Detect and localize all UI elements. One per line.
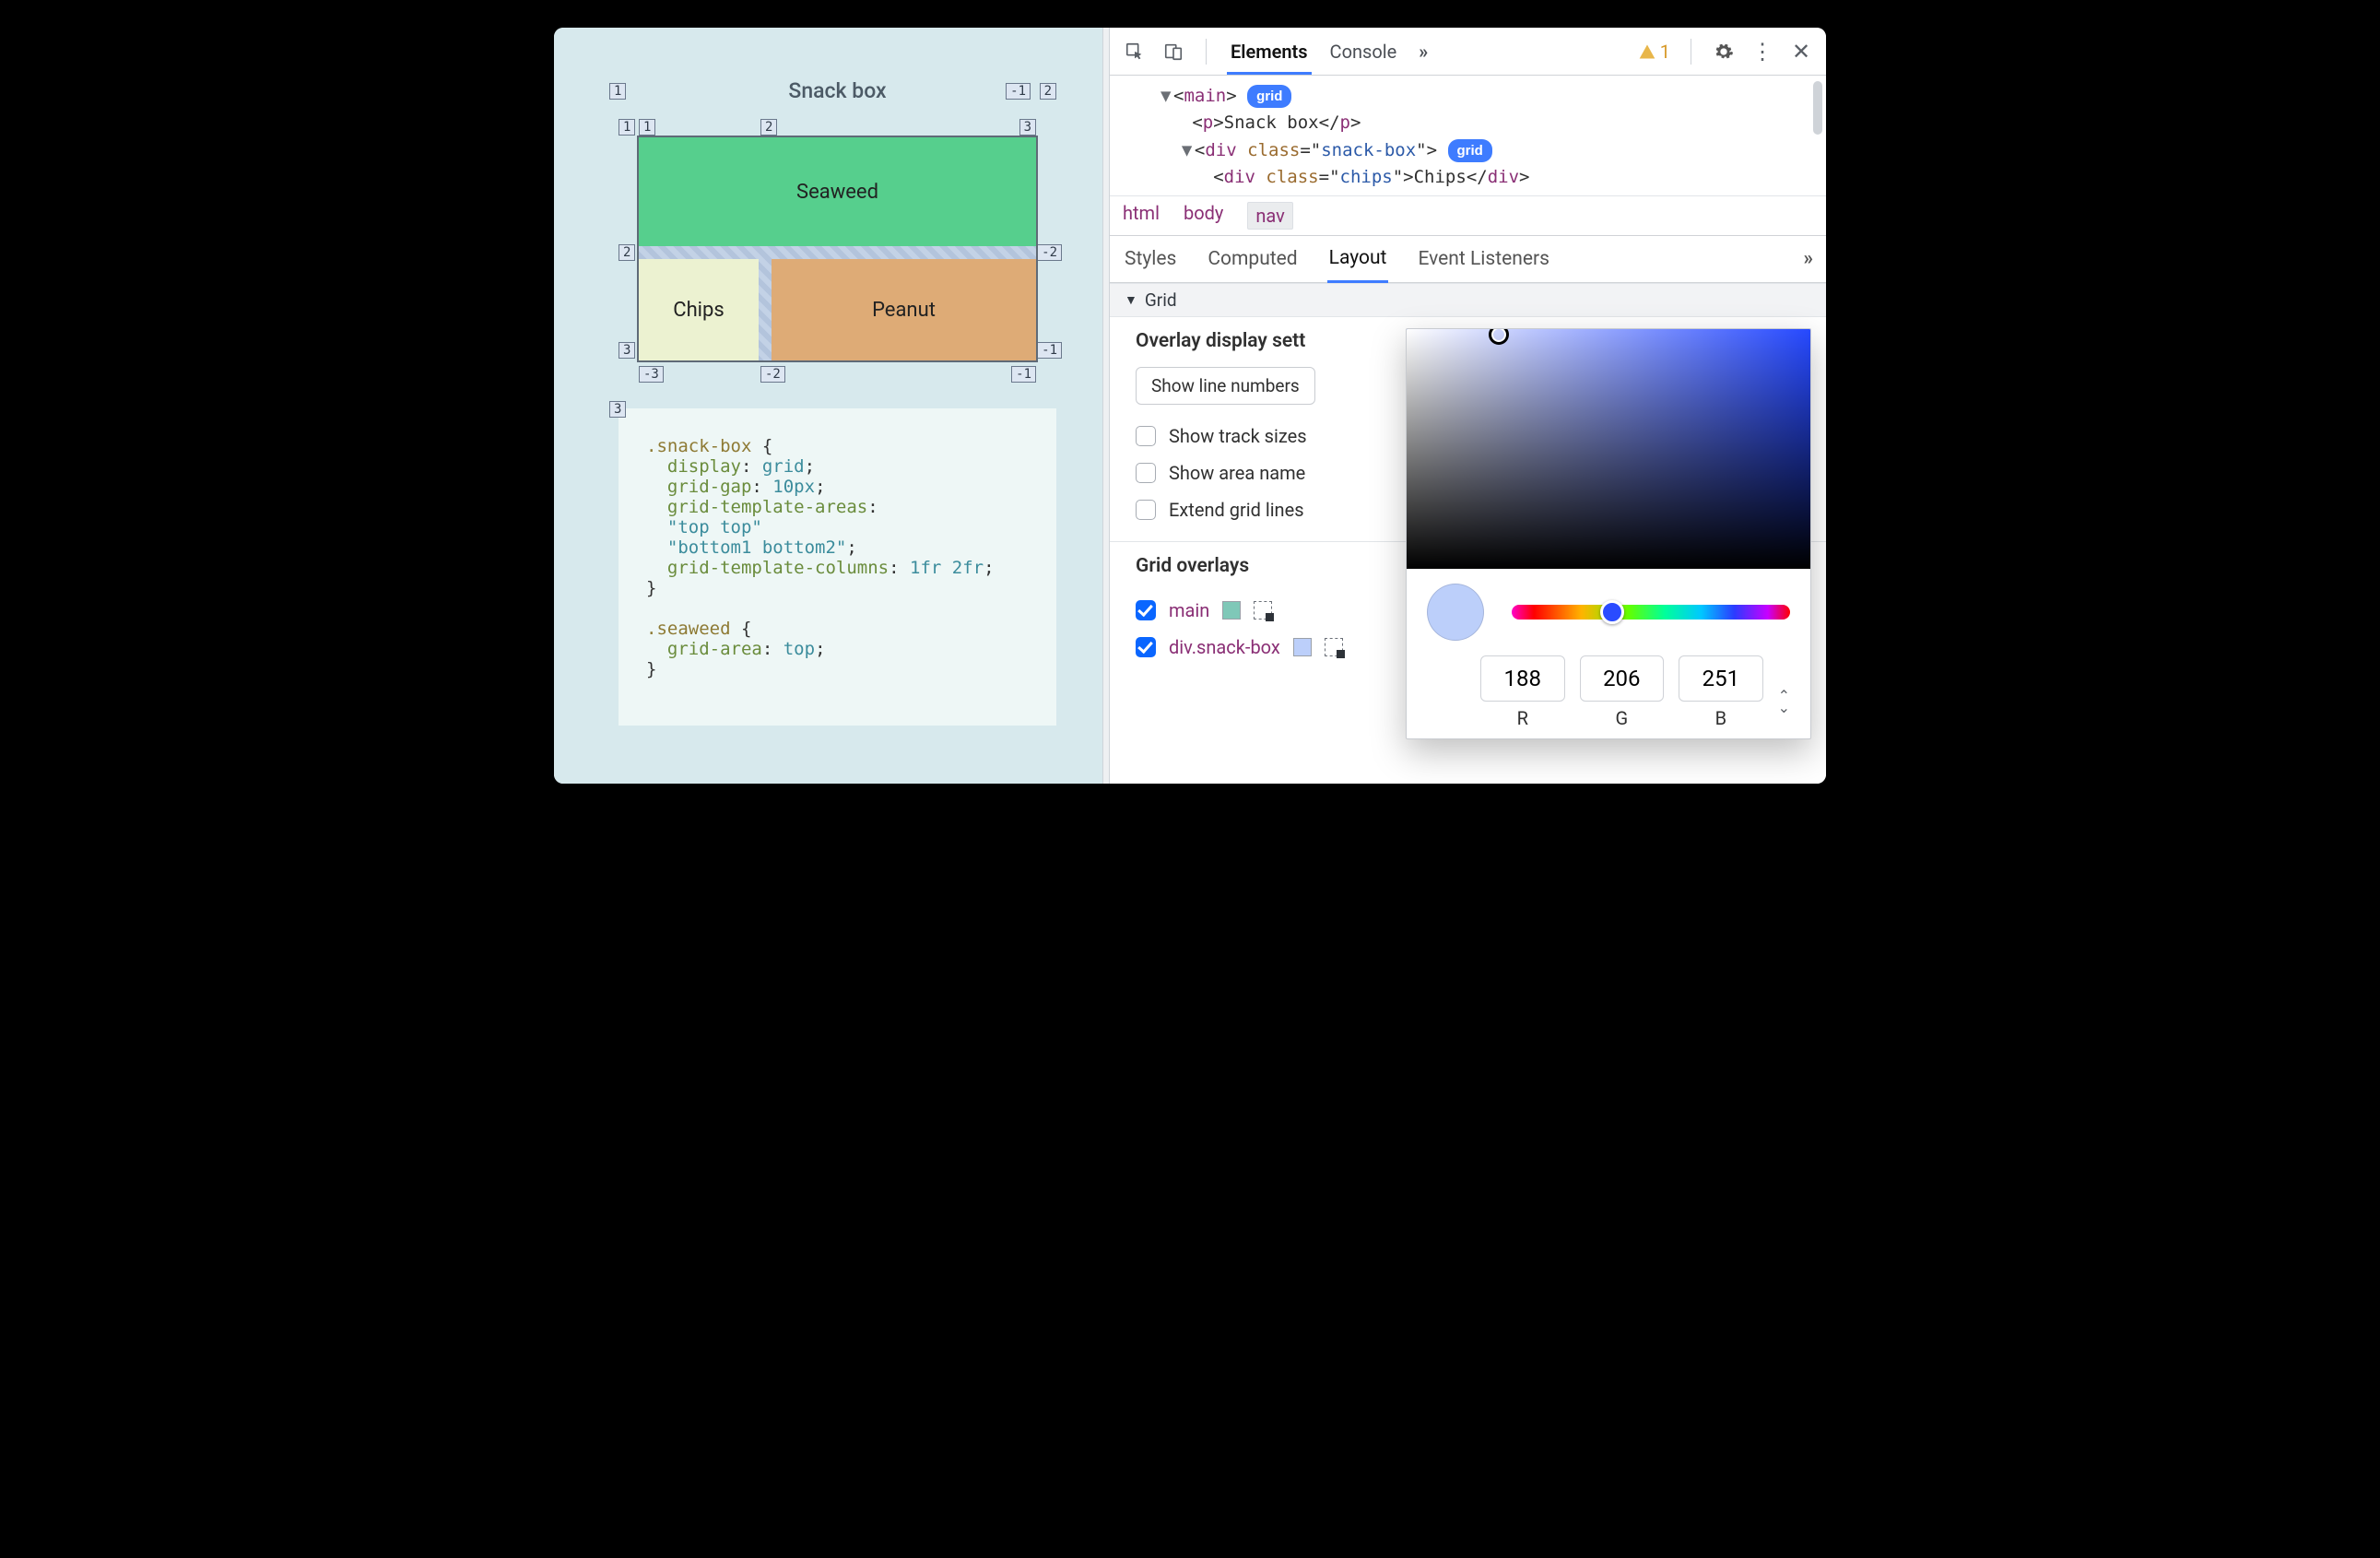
warnings-count: 1 <box>1660 41 1670 63</box>
grid-line-label: 3 <box>619 342 635 359</box>
subtab-layout[interactable]: Layout <box>1327 236 1389 283</box>
pane-splitter[interactable] <box>1102 28 1110 784</box>
rendered-page: 1 -1 2 3 Snack box 1 2 3 1 2 -2 3 -1 -3 … <box>554 28 1102 784</box>
grid-line-label: 1 <box>639 119 655 136</box>
overlay-checkbox-snackbox[interactable] <box>1136 637 1156 657</box>
current-color-swatch[interactable] <box>1427 584 1484 641</box>
subtab-events[interactable]: Event Listeners <box>1416 237 1550 281</box>
grid-line-label: -1 <box>1011 366 1036 383</box>
device-toggle-icon[interactable] <box>1161 40 1185 64</box>
subtabs-overflow-icon[interactable]: » <box>1804 248 1814 270</box>
inspect-icon[interactable] <box>1123 40 1147 64</box>
grid-cell-seaweed: Seaweed <box>639 137 1036 246</box>
grid-line-label: -1 <box>1006 83 1031 100</box>
dom-tree[interactable]: ▼<main> grid <p>Snack box</p> ▼<div clas… <box>1110 76 1826 195</box>
g-label: G <box>1580 707 1665 729</box>
tab-elements[interactable]: Elements <box>1227 31 1312 75</box>
grid-line-label: 1 <box>619 119 635 136</box>
r-input[interactable] <box>1480 655 1565 702</box>
overlay-swatch[interactable] <box>1293 638 1312 656</box>
chevron-down-icon: ▼ <box>1125 292 1137 308</box>
overlay-name[interactable]: div.snack-box <box>1169 636 1280 658</box>
kebab-icon[interactable]: ⋮ <box>1750 40 1774 64</box>
crumb-html[interactable]: html <box>1123 202 1160 230</box>
checkbox-track-sizes[interactable] <box>1136 426 1156 446</box>
warnings-badge[interactable]: 1 <box>1638 41 1670 63</box>
sv-plane[interactable] <box>1407 329 1810 569</box>
code-block: .snack-box { display: grid; grid-gap: 10… <box>619 408 1056 726</box>
b-label: B <box>1679 707 1763 729</box>
highlight-icon[interactable] <box>1254 601 1272 620</box>
overlay-checkbox-main[interactable] <box>1136 600 1156 620</box>
page-title: Snack box <box>609 78 1066 103</box>
grid-line-label: -3 <box>639 366 664 383</box>
grid-line-label: -2 <box>1037 244 1062 261</box>
subtab-styles[interactable]: Styles <box>1123 237 1178 281</box>
checkbox-extend-lines[interactable] <box>1136 500 1156 520</box>
r-label: R <box>1480 707 1565 729</box>
grid-badge[interactable]: grid <box>1448 139 1492 162</box>
grid-cell-peanut: Peanut <box>772 259 1036 360</box>
grid-line-label: 3 <box>1019 119 1036 136</box>
grid-line-label: -1 <box>1037 342 1062 359</box>
checkbox-area-names[interactable] <box>1136 463 1156 483</box>
line-numbers-select[interactable]: Show line numbers <box>1136 367 1315 405</box>
grid-badge[interactable]: grid <box>1247 85 1291 108</box>
sv-cursor[interactable] <box>1489 328 1509 345</box>
devtools-toolbar: Elements Console » 1 ⋮ ✕ <box>1110 28 1826 76</box>
grid-line-label: 2 <box>760 119 777 136</box>
overlay-swatch[interactable] <box>1222 601 1241 620</box>
styles-tabs: Styles Computed Layout Event Listeners » <box>1110 236 1826 283</box>
grid-line-label: -2 <box>760 366 785 383</box>
grid-line-label: 2 <box>1040 83 1056 100</box>
color-mode-switch[interactable]: ⌃⌄ <box>1778 668 1790 716</box>
tabs-overflow-icon[interactable]: » <box>1415 31 1432 72</box>
grid-line-label: 3 <box>609 401 626 418</box>
grid-line-label: 2 <box>619 244 635 261</box>
crumb-body[interactable]: body <box>1184 202 1223 230</box>
gear-icon[interactable] <box>1712 40 1736 64</box>
crumb-nav[interactable]: nav <box>1247 202 1292 230</box>
g-input[interactable] <box>1580 655 1665 702</box>
subtab-computed[interactable]: Computed <box>1206 237 1299 281</box>
hue-slider[interactable] <box>1512 605 1790 620</box>
devtools-window: 1 -1 2 3 Snack box 1 2 3 1 2 -2 3 -1 -3 … <box>554 28 1826 784</box>
grid-cell-chips: Chips <box>639 259 759 360</box>
color-picker: R G B ⌃⌄ <box>1406 328 1811 739</box>
tab-console[interactable]: Console <box>1326 31 1401 72</box>
grid-demo-wrapper: 1 2 3 1 2 -2 3 -1 -3 -2 -1 Seaweed Chips… <box>637 136 1038 362</box>
highlight-icon[interactable] <box>1325 638 1343 656</box>
close-icon[interactable]: ✕ <box>1789 40 1813 64</box>
grid-line-label: 1 <box>609 83 626 100</box>
grid-section-header[interactable]: ▼ Grid <box>1110 283 1826 317</box>
devtools-pane: Elements Console » 1 ⋮ ✕ ▼<main> grid <p… <box>1110 28 1826 784</box>
grid-demo: Seaweed Chips Peanut <box>637 136 1038 362</box>
hue-thumb[interactable] <box>1600 600 1624 624</box>
b-input[interactable] <box>1679 655 1763 702</box>
breadcrumb: html body nav <box>1110 195 1826 236</box>
dom-scrollbar[interactable] <box>1813 81 1822 135</box>
overlay-name[interactable]: main <box>1169 599 1209 621</box>
